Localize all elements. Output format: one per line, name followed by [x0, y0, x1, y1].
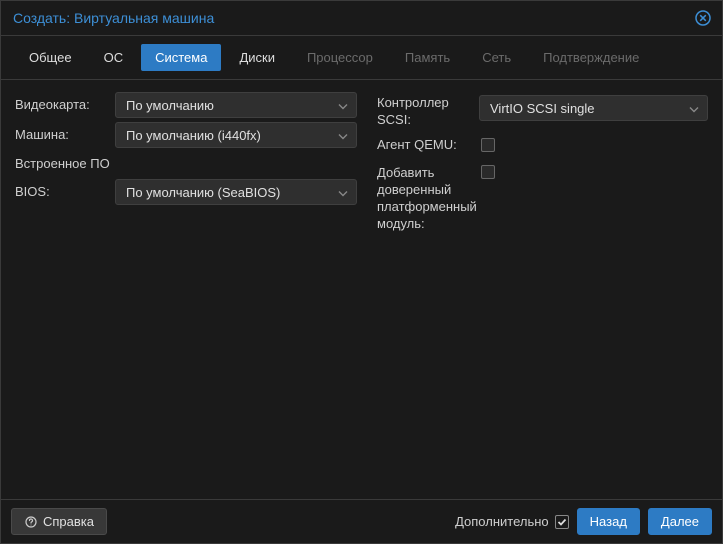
advanced-checkbox[interactable] [555, 515, 569, 529]
tab-system[interactable]: Система [141, 44, 221, 71]
next-label: Далее [661, 514, 699, 529]
advanced-label: Дополнительно [455, 514, 549, 529]
graphics-label: Видеокарта: [15, 97, 115, 114]
graphics-select[interactable]: По умолчанию [115, 92, 357, 118]
help-icon [24, 515, 38, 529]
scsi-select[interactable]: VirtIO SCSI single [479, 95, 708, 121]
tab-memory: Память [391, 44, 464, 71]
tab-network: Сеть [468, 44, 525, 71]
scsi-label: Контроллер SCSI: [377, 95, 479, 129]
back-label: Назад [590, 514, 627, 529]
chevron-down-icon [338, 98, 348, 113]
tab-os[interactable]: ОС [90, 44, 138, 71]
help-button[interactable]: Справка [11, 508, 107, 535]
tpm-checkbox[interactable] [481, 165, 495, 179]
chevron-down-icon [338, 185, 348, 200]
qemu-agent-label: Агент QEMU: [377, 137, 479, 154]
firmware-heading: Встроенное ПО [15, 150, 357, 177]
tab-general[interactable]: Общее [15, 44, 86, 71]
bios-value: По умолчанию (SeaBIOS) [126, 185, 280, 200]
window-title: Создать: Виртуальная машина [13, 10, 214, 26]
bios-label: BIOS: [15, 184, 115, 201]
tab-disks[interactable]: Диски [225, 44, 289, 71]
close-icon [695, 10, 711, 26]
machine-label: Машина: [15, 127, 115, 144]
chevron-down-icon [338, 128, 348, 143]
graphics-value: По умолчанию [126, 98, 214, 113]
scsi-value: VirtIO SCSI single [490, 101, 595, 116]
tpm-label: Добавить доверенный платформенный модуль… [377, 165, 479, 233]
advanced-toggle[interactable]: Дополнительно [455, 514, 569, 529]
tab-strip: Общее ОС Система Диски Процессор Память … [1, 36, 722, 80]
close-button[interactable] [694, 9, 712, 27]
qemu-agent-checkbox[interactable] [481, 138, 495, 152]
help-label: Справка [43, 514, 94, 529]
next-button[interactable]: Далее [648, 508, 712, 535]
machine-select[interactable]: По умолчанию (i440fx) [115, 122, 357, 148]
machine-value: По умолчанию (i440fx) [126, 128, 261, 143]
bios-select[interactable]: По умолчанию (SeaBIOS) [115, 179, 357, 205]
chevron-down-icon [689, 101, 699, 116]
back-button[interactable]: Назад [577, 508, 640, 535]
tab-confirm: Подтверждение [529, 44, 653, 71]
tab-cpu: Процессор [293, 44, 387, 71]
